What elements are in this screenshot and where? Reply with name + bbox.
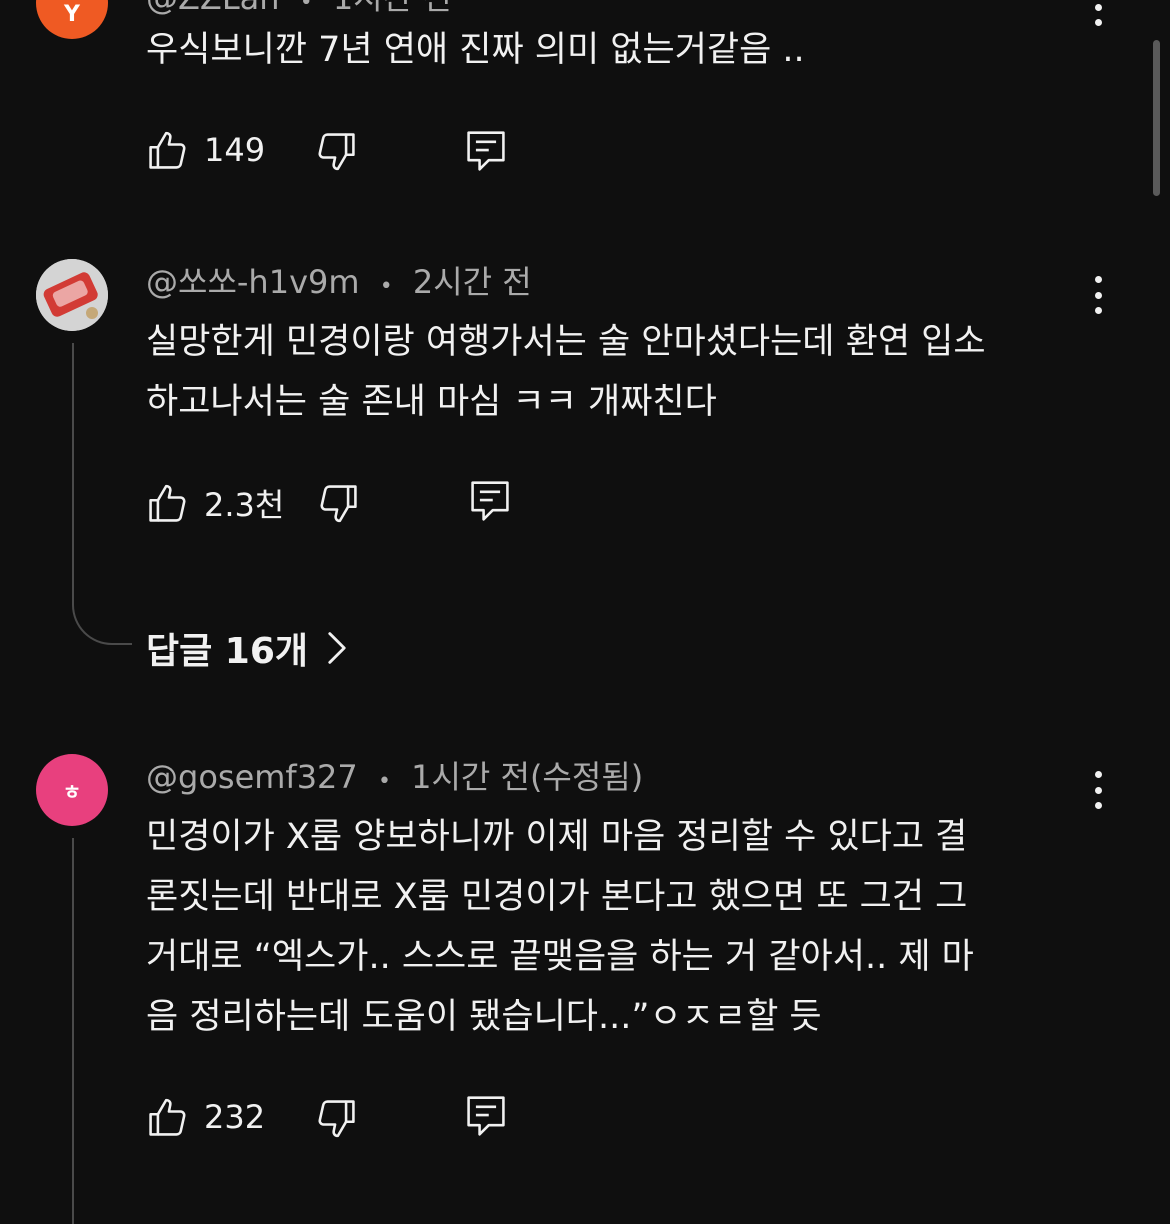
comment-meta: @gosemf327 • 1시간 전(수정됨): [146, 757, 643, 802]
author-name[interactable]: @쏘쏘-h1v9m: [146, 263, 360, 301]
reply-icon: [464, 1093, 508, 1139]
avatar[interactable]: [36, 259, 108, 331]
comment-meta: @쏘쏘-h1v9m • 2시간 전: [146, 262, 532, 307]
comment-text: 민경이가 X룸 양보하니까 이제 마음 정리할 수 있다고 결 론짓는데 반대로…: [146, 807, 1106, 1047]
comment-3: ㅎ @gosemf327 • 1시간 전(수정됨) 민경이가 X룸 양보하니까 …: [0, 735, 1170, 1224]
thumbs-down-icon: [316, 482, 360, 526]
reply-button[interactable]: [464, 1093, 508, 1139]
thread-connector: [72, 838, 74, 1224]
reply-button[interactable]: [468, 478, 512, 524]
replies-count: 답글 16개: [146, 631, 308, 672]
dislike-button[interactable]: [316, 482, 360, 526]
thread-connector: [72, 343, 132, 645]
thumbs-up-icon: [146, 1095, 190, 1139]
author-name[interactable]: @gosemf327: [146, 758, 358, 796]
comment-text-line: 실망한게 민경이랑 여행가서는 술 안마셨다는데 환연 입소: [146, 322, 986, 362]
comment-text: 우식보니깐 7년 연애 진짜 의미 없는거같음 ..: [146, 20, 1106, 80]
scrollbar[interactable]: [1153, 40, 1160, 196]
comment-text-line: 하고나서는 술 존내 마심 ㅋㅋ 개짜친다: [146, 382, 717, 422]
comment-text-line: 음 정리하는데 도움이 됐습니다...”ㅇㅈㄹ할 듯: [146, 997, 822, 1037]
thumbs-up-icon: [146, 481, 190, 525]
reply-icon: [464, 128, 508, 174]
thumbs-down-icon: [314, 1097, 358, 1141]
thumbs-up-icon: [146, 128, 190, 172]
comment-time: 1시간 전(수정됨): [411, 758, 644, 796]
dislike-button[interactable]: [314, 1097, 358, 1141]
reply-icon: [468, 478, 512, 524]
comment-time: 1시간 전: [333, 0, 452, 17]
comment-text-line: 거대로 “엑스가.. 스스로 끝맺음을 하는 거 같아서.. 제 마: [146, 937, 974, 977]
reply-button[interactable]: [464, 128, 508, 174]
author-name[interactable]: @ZZLan: [146, 0, 280, 17]
thumbs-down-icon: [314, 130, 358, 174]
avatar-letter: Y: [64, 1, 80, 27]
avatar[interactable]: Y: [36, 0, 108, 39]
like-count: 232: [204, 1098, 266, 1136]
comment-text-line: 우식보니깐 7년 연애 진짜 의미 없는거같음 ..: [146, 30, 805, 70]
comment-text-line: 민경이가 X룸 양보하니까 이제 마음 정리할 수 있다고 결: [146, 817, 968, 857]
replies-link[interactable]: 답글 16개: [146, 622, 348, 674]
like-count: 149: [204, 131, 266, 169]
like-button[interactable]: 232: [146, 1095, 265, 1139]
like-button[interactable]: 149: [146, 128, 265, 172]
comment-2: @쏘쏘-h1v9m • 2시간 전 실망한게 민경이랑 여행가서는 술 안마셨다…: [0, 240, 1170, 680]
chevron-right-icon: [326, 630, 348, 666]
like-button[interactable]: 2.3천: [146, 480, 284, 526]
comment-text: 실망한게 민경이랑 여행가서는 술 안마셨다는데 환연 입소 하고나서는 술 존…: [146, 312, 1106, 432]
like-count: 2.3천: [204, 486, 285, 524]
avatar-letter: ㅎ: [62, 779, 82, 804]
comment-text-line: 론짓는데 반대로 X룸 민경이가 본다고 했으면 또 그건 그: [146, 877, 968, 917]
meta-separator: •: [377, 769, 391, 794]
meta-separator: •: [379, 274, 393, 299]
avatar-image: [36, 259, 108, 331]
comment-1: Y @ZZLan • 1시간 전 우식보니깐 7년 연애 진짜 의미 없는거같음…: [0, 0, 1170, 200]
dislike-button[interactable]: [314, 130, 358, 174]
avatar[interactable]: ㅎ: [36, 754, 108, 826]
meta-separator: •: [299, 0, 313, 15]
comment-time: 2시간 전: [412, 263, 532, 301]
